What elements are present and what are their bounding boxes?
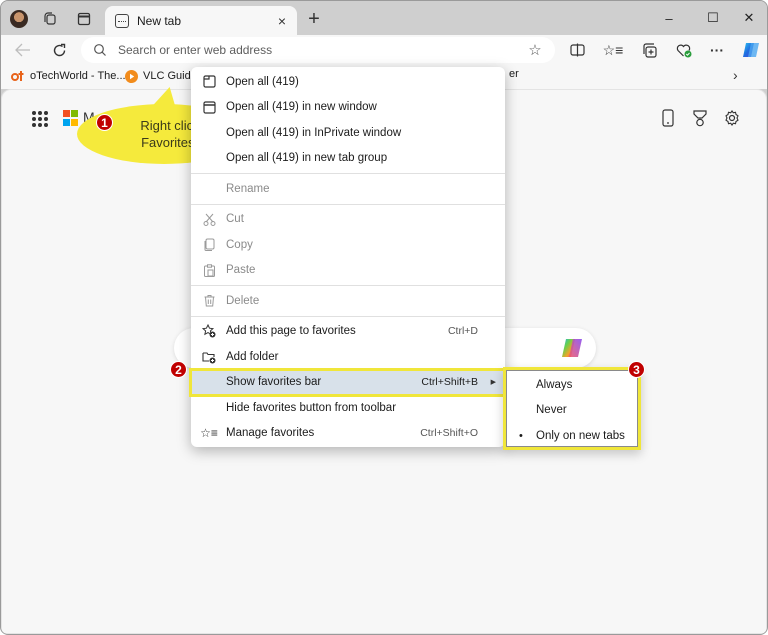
collections-icon[interactable] <box>637 38 661 62</box>
rewards-icon[interactable] <box>690 108 710 128</box>
menu-item-paste[interactable]: Paste <box>191 258 505 284</box>
show-favorites-bar-submenu: Always Never • Only on new tabs <box>503 367 641 450</box>
step-badge-3: 3 <box>628 361 645 378</box>
menu-item-show-favorites-bar[interactable]: Show favorites bar Ctrl+Shift+B ▶ <box>189 367 507 397</box>
back-icon[interactable] <box>11 38 35 62</box>
menu-separator <box>191 315 505 317</box>
favorites-overflow-chevron-icon[interactable]: › <box>733 67 738 83</box>
menu-item-cut[interactable]: Cut <box>191 207 505 233</box>
favorite-item-truncated[interactable]: er <box>509 68 519 80</box>
trash-icon <box>202 294 216 308</box>
close-window-button[interactable]: ✕ <box>734 7 764 29</box>
maximize-button[interactable]: ☐ <box>698 7 728 29</box>
menu-item-open-all-new-window[interactable]: Open all (419) in new window <box>191 95 505 121</box>
new-tab-button[interactable]: + <box>303 8 325 30</box>
menu-item-hide-favorites-button[interactable]: Hide favorites button from toolbar <box>191 395 505 421</box>
search-icon <box>93 43 107 57</box>
browser-window: New tab × + – ☐ ✕ ☆ ☆≡ · <box>0 0 768 635</box>
step-badge-2: 2 <box>170 361 187 378</box>
inprivate-icon <box>202 126 216 140</box>
selected-bullet-icon: • <box>519 429 523 442</box>
menu-item-copy[interactable]: Copy <box>191 232 505 258</box>
submenu-item-only-on-new-tabs[interactable]: • Only on new tabs <box>506 423 638 449</box>
menu-item-manage-favorites[interactable]: ☆≡ Manage favorites Ctrl+Shift+O <box>191 421 505 447</box>
manage-favorites-icon: ☆≡ <box>200 426 218 441</box>
tab-icon <box>202 75 216 89</box>
submenu-item-never[interactable]: Never <box>506 398 638 424</box>
copilot-search-icon[interactable] <box>560 337 584 359</box>
phone-icon[interactable] <box>658 108 678 128</box>
tab-close-button[interactable]: × <box>273 12 291 30</box>
menu-separator <box>191 173 505 174</box>
shortcut-text: Ctrl+Shift+O <box>420 427 478 440</box>
tab-strip: New tab × + – ☐ ✕ <box>1 1 767 36</box>
menu-separator <box>191 285 505 286</box>
tab-title: New tab <box>137 14 182 28</box>
profile-avatar[interactable] <box>10 10 28 28</box>
favorites-icon[interactable]: ☆≡ <box>601 38 625 62</box>
microsoft-logo-icon <box>63 110 79 126</box>
new-tab-favicon <box>115 14 129 28</box>
menu-separator <box>191 203 505 205</box>
menu-item-add-folder[interactable]: Add folder <box>191 344 505 370</box>
copy-icon <box>202 238 216 252</box>
address-input[interactable] <box>118 43 525 57</box>
submenu-arrow-icon: ▶ <box>490 379 496 387</box>
workspaces-icon[interactable] <box>41 10 59 28</box>
step-badge-1: 1 <box>96 114 113 131</box>
copilot-icon[interactable] <box>739 38 763 62</box>
favorite-star-icon[interactable]: ☆ <box>525 40 545 60</box>
tab-new-tab[interactable]: New tab × <box>105 6 297 36</box>
vlc-icon <box>124 69 138 83</box>
shortcut-text: Ctrl+D <box>447 325 478 338</box>
window-icon <box>202 100 216 114</box>
favorite-item-otechworld[interactable]: oTechWorld - The... <box>11 68 126 84</box>
add-favorite-icon <box>202 324 216 338</box>
favorite-item-vlc-guide[interactable]: VLC Guide <box>124 68 197 84</box>
menu-item-open-all[interactable]: Open all (419) <box>191 69 505 95</box>
paste-icon <box>202 263 216 277</box>
split-screen-icon[interactable] <box>565 38 589 62</box>
refresh-icon[interactable] <box>47 38 71 62</box>
address-bar[interactable]: ☆ <box>81 37 555 63</box>
scissors-icon <box>202 212 216 226</box>
menu-item-rename[interactable]: Rename <box>191 176 505 202</box>
settings-icon[interactable] <box>722 108 742 128</box>
navigation-toolbar: ☆ ☆≡ ··· <box>1 35 767 63</box>
submenu-item-always[interactable]: Always <box>506 372 638 398</box>
menu-item-open-all-inprivate[interactable]: Open all (419) in InPrivate window <box>191 120 505 146</box>
shortcut-text: Ctrl+Shift+B <box>421 376 478 389</box>
menu-item-add-page-to-favorites[interactable]: Add this page to favorites Ctrl+D <box>191 319 505 345</box>
minimize-button[interactable]: – <box>654 7 684 29</box>
menu-item-open-all-tab-group[interactable]: Open all (419) in new tab group <box>191 146 505 172</box>
add-folder-icon <box>202 350 216 364</box>
favorite-item-label: oTechWorld - The... <box>30 70 126 82</box>
favorites-bar-context-menu: Open all (419) Open all (419) in new win… <box>189 67 507 447</box>
menu-item-delete[interactable]: Delete <box>191 288 505 314</box>
vertical-tabs-icon[interactable] <box>75 10 93 28</box>
otechworld-icon <box>11 69 25 83</box>
browser-essentials-icon[interactable] <box>672 38 696 62</box>
favorite-item-label: VLC Guide <box>143 70 197 82</box>
more-icon[interactable]: ··· <box>705 38 729 62</box>
app-launcher-icon[interactable] <box>32 111 48 127</box>
